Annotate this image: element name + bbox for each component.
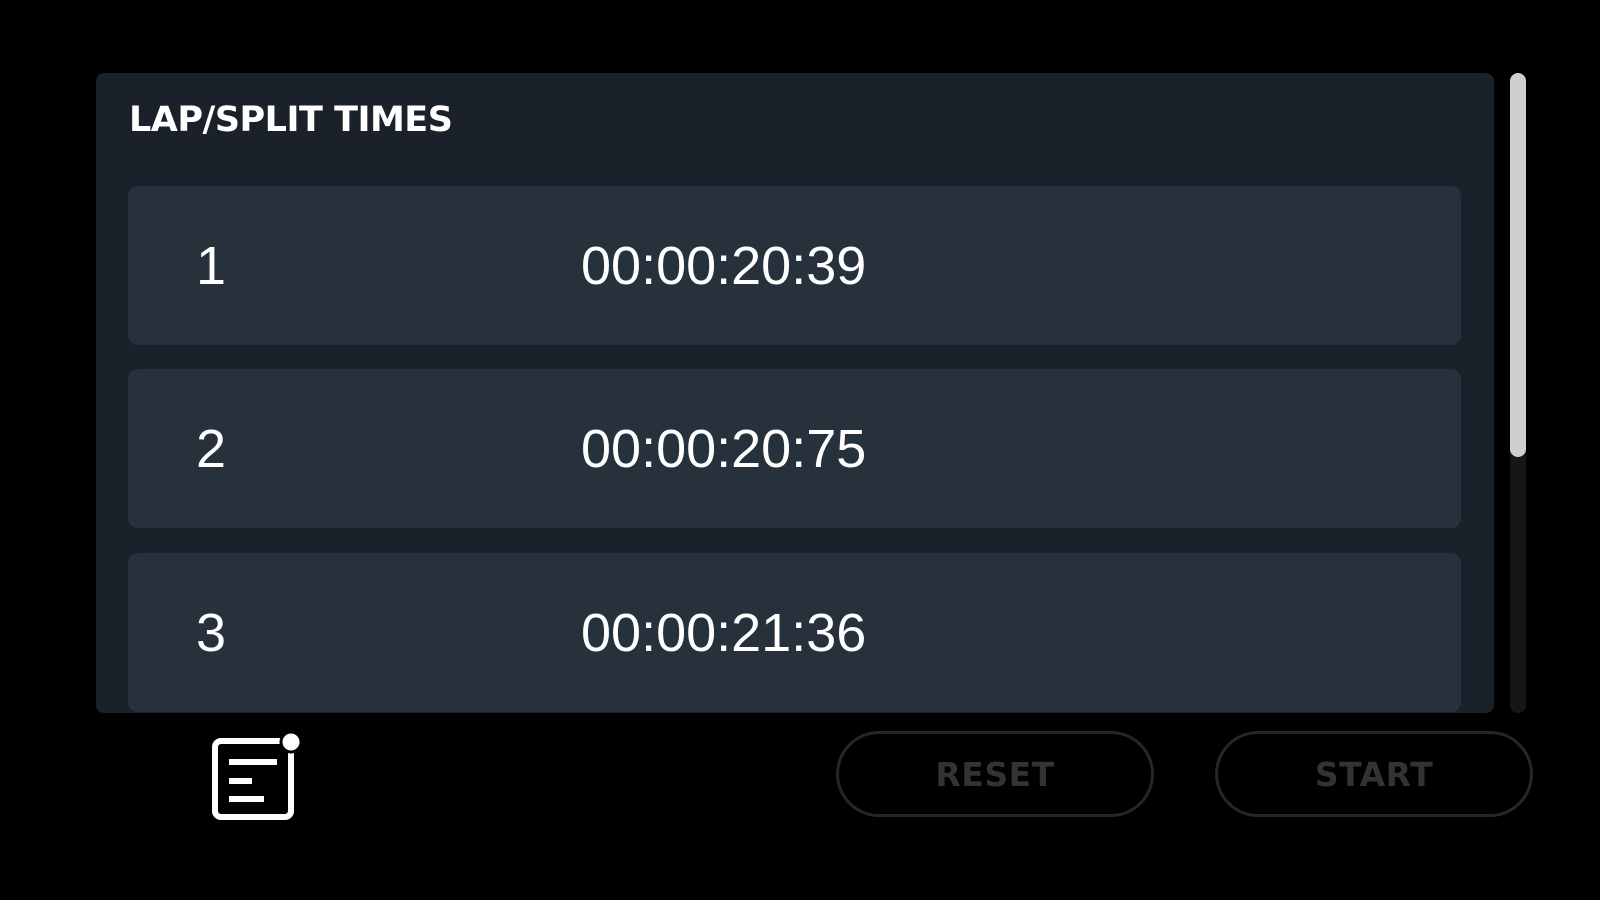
lap-row[interactable]: 3 00:00:21:36 xyxy=(128,553,1461,712)
reset-label: RESET xyxy=(935,754,1055,794)
scrollbar-thumb[interactable] xyxy=(1510,73,1526,457)
lap-time: 00:00:20:39 xyxy=(581,235,867,296)
scrollbar-track[interactable] xyxy=(1510,73,1526,713)
lap-row[interactable]: 1 00:00:20:39 xyxy=(128,186,1461,345)
lap-time: 00:00:21:36 xyxy=(581,602,867,663)
lap-times-panel: LAP/SPLIT TIMES 1 00:00:20:39 2 00:00:20… xyxy=(96,73,1494,713)
lap-number: 1 xyxy=(196,235,227,296)
lap-row[interactable]: 2 00:00:20:75 xyxy=(128,369,1461,528)
lap-time: 00:00:20:75 xyxy=(581,418,867,479)
start-button[interactable]: START xyxy=(1215,731,1533,817)
lap-log-icon[interactable] xyxy=(212,730,304,822)
start-label: START xyxy=(1314,754,1434,794)
lap-number: 2 xyxy=(196,418,227,479)
panel-title: LAP/SPLIT TIMES xyxy=(129,100,453,140)
lap-number: 3 xyxy=(196,602,227,663)
reset-button[interactable]: RESET xyxy=(836,731,1154,817)
